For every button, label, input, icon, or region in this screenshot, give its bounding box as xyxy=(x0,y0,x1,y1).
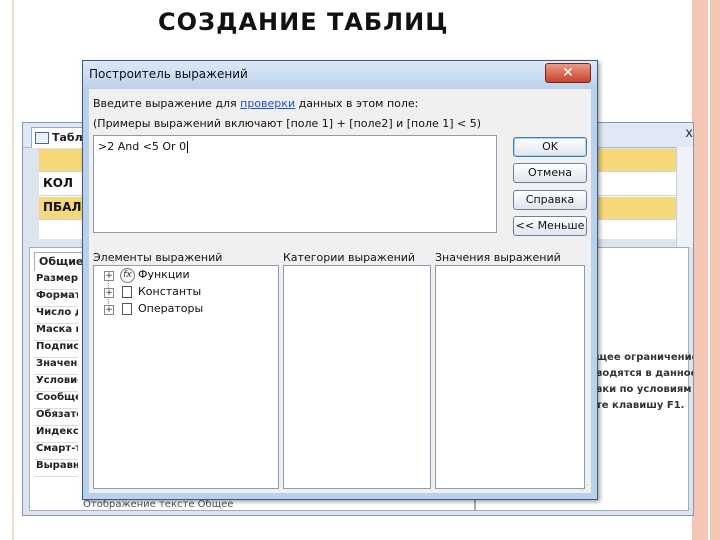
property-row[interactable]: Выравнив xyxy=(34,459,78,477)
values-pane-label: Значения выражений xyxy=(435,251,561,264)
slide-right-border xyxy=(692,0,720,540)
dialog-title: Построитель выражений xyxy=(89,67,248,81)
slide-title: СОЗДАНИЕ ТАБЛИЦ xyxy=(158,8,449,36)
elements-pane[interactable]: + fx Функции + Константы + Операторы xyxy=(93,265,279,489)
categories-pane-label: Категории выражений xyxy=(283,251,416,264)
help-text-line: водятся в данное xyxy=(596,368,694,379)
cancel-button[interactable]: Отмена xyxy=(513,163,587,183)
instruction-text: Введите выражение для проверки данных в … xyxy=(93,97,419,110)
property-row[interactable]: Сообщени xyxy=(34,391,78,409)
ok-button[interactable]: OK xyxy=(513,137,587,157)
background-scrollbar[interactable] xyxy=(676,147,693,247)
property-row[interactable]: Формат по xyxy=(34,289,78,307)
expand-icon[interactable]: + xyxy=(104,305,114,315)
slide-right-border-line xyxy=(708,0,710,540)
help-button[interactable]: Справка xyxy=(513,190,587,210)
function-icon: fx xyxy=(120,268,135,283)
text-caret xyxy=(187,141,189,153)
property-row[interactable]: Условие на xyxy=(34,374,78,392)
property-row[interactable]: Значение xyxy=(34,357,78,375)
validation-link[interactable]: проверки xyxy=(240,97,295,110)
elements-pane-label: Элементы выражений xyxy=(93,251,223,264)
expression-text: >2 And <5 Or 0 xyxy=(98,140,189,153)
less-button[interactable]: << Меньше xyxy=(513,216,587,236)
tree-item-label: Константы xyxy=(138,285,202,298)
categories-pane[interactable] xyxy=(283,265,431,489)
tab-general[interactable]: Общие xyxy=(34,252,84,271)
property-row[interactable]: Маска вво xyxy=(34,323,78,341)
property-row[interactable]: Подпись xyxy=(34,340,78,358)
dialog-body: Введите выражение для проверки данных в … xyxy=(89,89,591,493)
property-row[interactable]: Размер по xyxy=(34,272,78,290)
background-footer-text: Отображение тексте Общее xyxy=(83,499,234,510)
values-pane[interactable] xyxy=(435,265,585,489)
folder-icon xyxy=(120,286,132,298)
folder-icon xyxy=(120,303,132,315)
expand-icon[interactable]: + xyxy=(104,271,114,281)
dialog-titlebar[interactable]: Построитель выражений ✕ xyxy=(83,61,597,88)
table-icon xyxy=(35,132,49,144)
property-row[interactable]: Число дес xyxy=(34,306,78,324)
property-row[interactable]: Обязатель xyxy=(34,408,78,426)
close-icon: ✕ xyxy=(562,65,574,81)
property-row[interactable]: Смарт-тег xyxy=(34,442,78,460)
resize-grip-icon[interactable]: ⋰ xyxy=(581,483,589,492)
expression-input[interactable]: >2 And <5 Or 0 xyxy=(93,135,497,233)
examples-text: (Примеры выражений включают [поле 1] + [… xyxy=(93,117,482,130)
help-text-line: щее ограничение xyxy=(596,352,694,363)
background-close-icon[interactable]: x xyxy=(685,126,693,141)
property-row[interactable]: Индексиро xyxy=(34,425,78,443)
expression-builder-dialog: Построитель выражений ✕ Введите выражени… xyxy=(82,60,598,500)
help-text-line: те клавишу F1. xyxy=(596,400,685,411)
close-button[interactable]: ✕ xyxy=(545,63,591,83)
table-tab[interactable]: Таблиц xyxy=(31,127,99,148)
help-text-line: вки по условиям xyxy=(596,384,692,395)
tree-item-label: Операторы xyxy=(138,302,204,315)
tree-item-label: Функции xyxy=(138,268,190,281)
expand-icon[interactable]: + xyxy=(104,288,114,298)
slide-left-rule xyxy=(12,0,14,540)
